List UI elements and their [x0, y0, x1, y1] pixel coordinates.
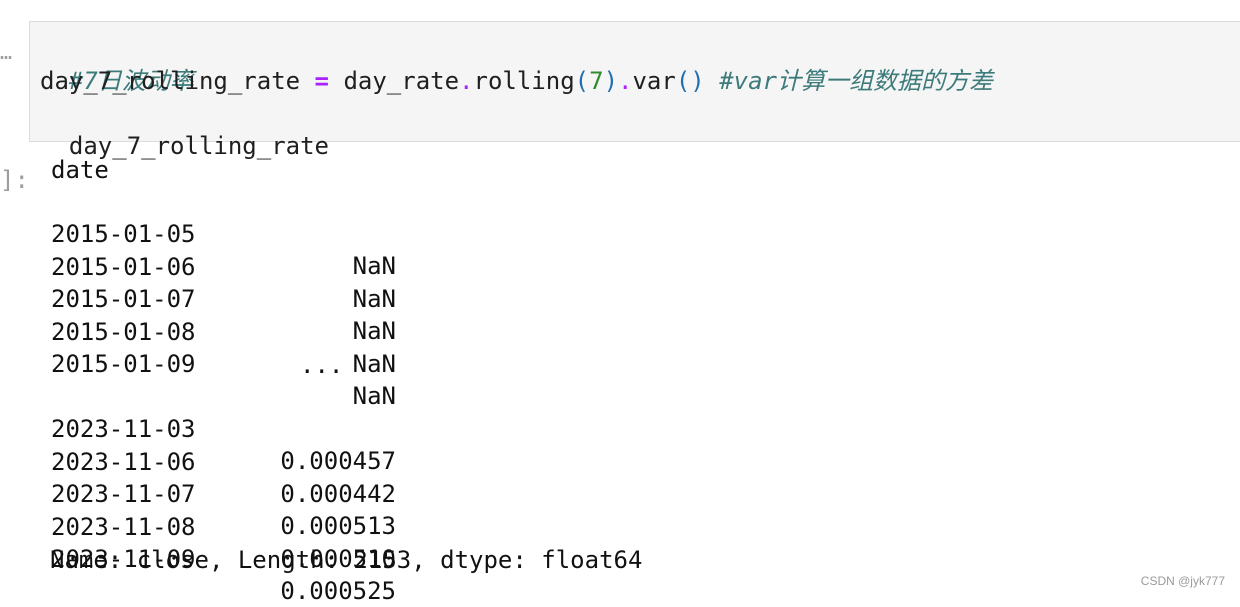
- code-paren: ): [603, 67, 619, 95]
- output-value: 0.000525: [280, 577, 396, 605]
- code-operator: =: [300, 67, 344, 95]
- output-row: 2023-11-08 0.000510: [51, 479, 396, 573]
- code-method: var: [632, 67, 676, 95]
- output-row: 2015-01-05 NaN: [51, 186, 396, 280]
- code-line-3: day_7_rolling_rate: [40, 98, 329, 160]
- output-row: 2015-01-08 NaN: [51, 284, 396, 378]
- code-paren: (): [675, 67, 705, 95]
- output-value: NaN: [352, 350, 396, 378]
- code-line-2: day_7_rolling_rate = day_rate.rolling(7)…: [40, 65, 993, 97]
- code-comment: #var计算一组数据的方差: [719, 67, 993, 95]
- code-line-1: #7日波动率: [40, 33, 194, 95]
- code-dot: .: [618, 67, 633, 95]
- output-date: 2015-01-09: [51, 350, 196, 378]
- output-ellipsis: ...: [300, 351, 344, 379]
- output-row: 2023-11-03 0.000457: [51, 381, 396, 475]
- output-index-name: date: [51, 156, 109, 184]
- code-object: day_rate: [343, 67, 460, 95]
- code-dot: .: [459, 67, 474, 95]
- output-row: 2015-01-09 NaN: [51, 316, 396, 410]
- code-variable: day_7_rolling_rate: [40, 67, 301, 95]
- output-row: 2015-01-07 NaN: [51, 251, 396, 345]
- input-prompt: …: [0, 40, 14, 64]
- output-row: 2023-11-07 0.000513: [51, 446, 396, 540]
- code-number: 7: [589, 67, 604, 95]
- code-paren: (: [574, 67, 590, 95]
- output-row: 2015-01-06 NaN: [51, 219, 396, 313]
- output-prompt: ]:: [0, 166, 29, 194]
- output-row: 2023-11-06 0.000442: [51, 414, 396, 508]
- code-method: rolling: [473, 67, 575, 95]
- watermark: CSDN @jyk777: [1140, 574, 1225, 588]
- output-row: 2023-11-09 0.000525: [51, 511, 396, 605]
- output-footer: Name: close, Length: 2153, dtype: float6…: [50, 546, 643, 574]
